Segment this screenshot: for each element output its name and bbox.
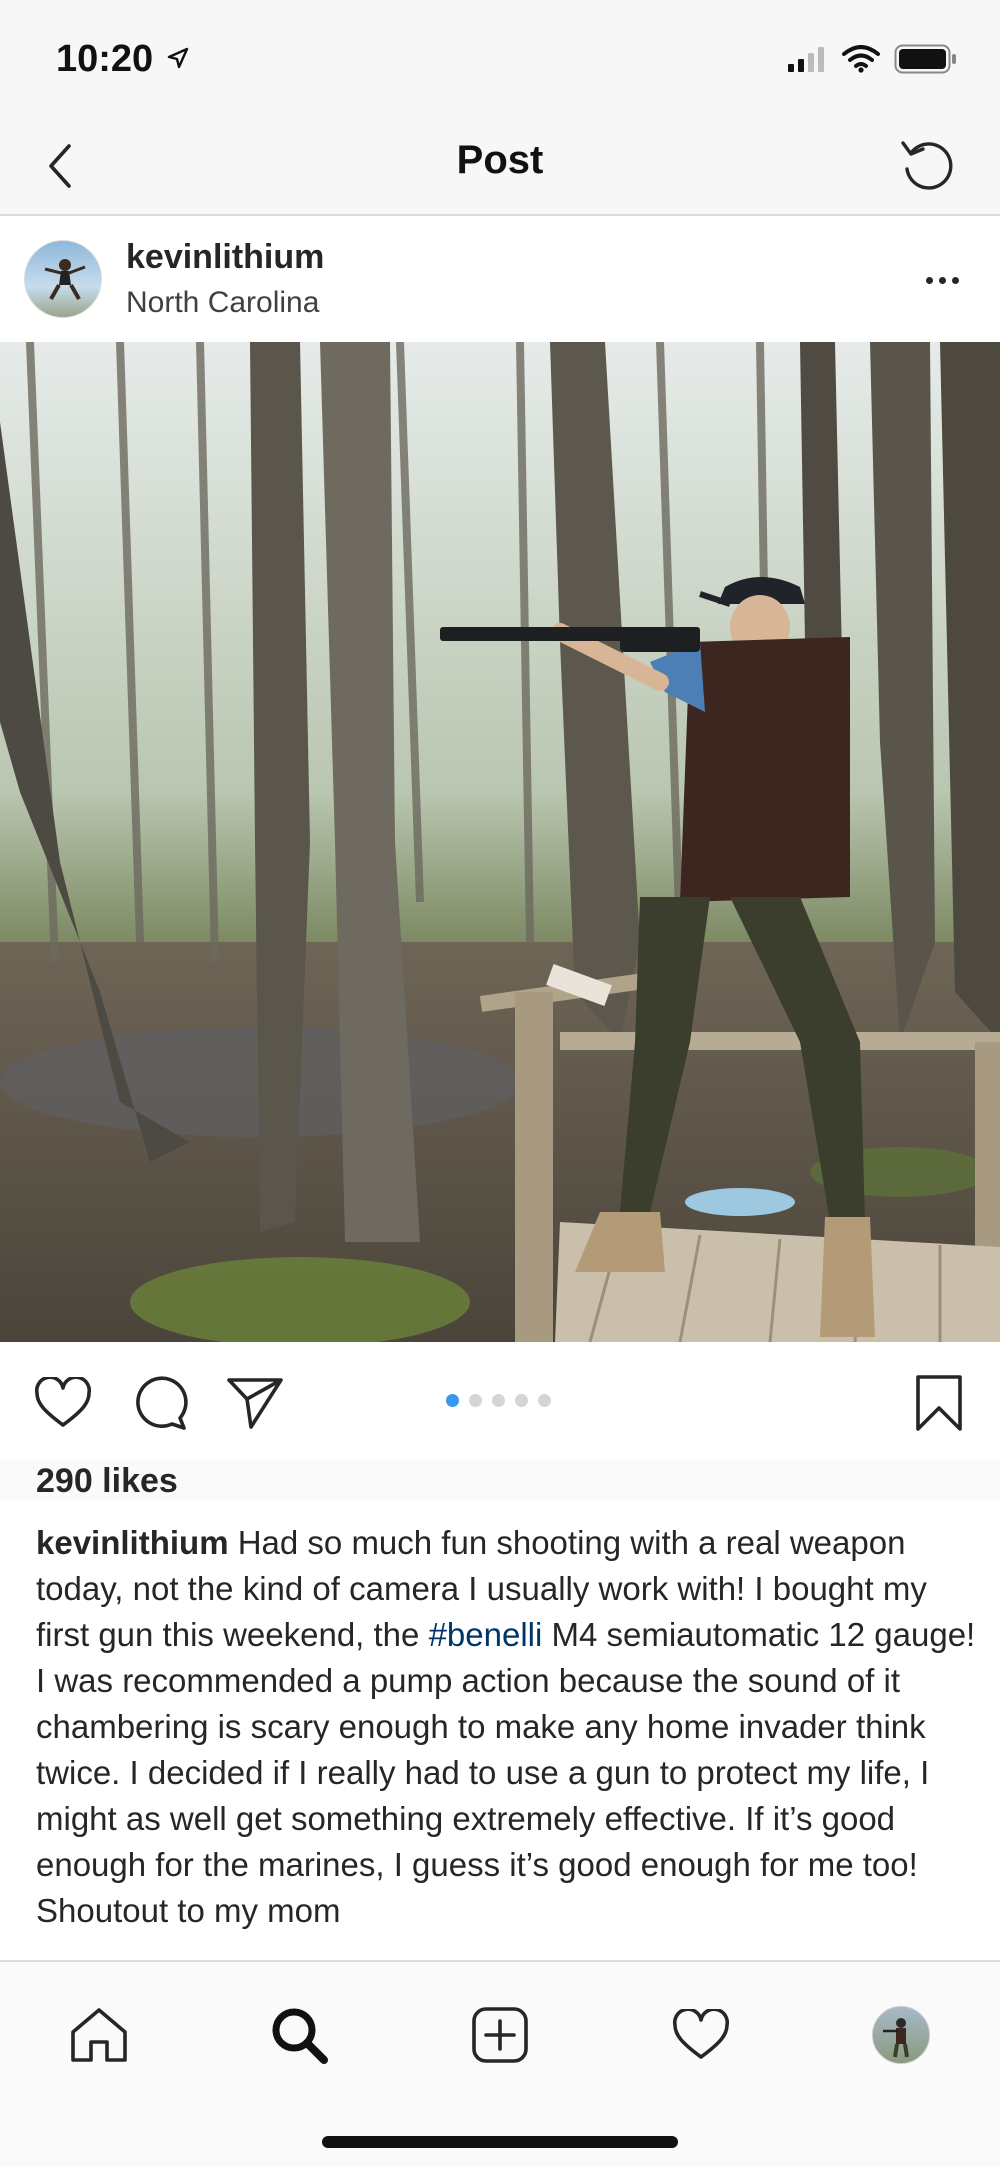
caption-container: kevinlithium Had so much fun shooting wi… bbox=[0, 1500, 1000, 1960]
nav-header: Post bbox=[0, 118, 1000, 216]
author-username[interactable]: kevinlithium bbox=[126, 238, 324, 277]
post-photo[interactable] bbox=[0, 342, 1000, 1342]
post-location[interactable]: North Carolina bbox=[126, 286, 319, 320]
search-icon bbox=[272, 2008, 328, 2064]
post-actions bbox=[0, 1342, 1000, 1460]
profile-avatar bbox=[872, 2006, 930, 2064]
bookmark-icon bbox=[916, 1375, 962, 1431]
caption-text-continued: M4 semiautomatic 12 gauge! I was recomme… bbox=[36, 1616, 976, 1929]
carousel-dot bbox=[538, 1394, 551, 1407]
carousel-dot-active bbox=[446, 1394, 459, 1407]
tab-profile[interactable] bbox=[866, 2000, 936, 2070]
tab-new-post[interactable] bbox=[465, 2000, 535, 2070]
author-avatar[interactable] bbox=[24, 240, 102, 318]
comment-button[interactable] bbox=[128, 1372, 190, 1434]
tab-search[interactable] bbox=[264, 2000, 334, 2070]
post-header: kevinlithium North Carolina bbox=[0, 216, 1000, 342]
more-icon bbox=[925, 276, 933, 284]
like-button[interactable] bbox=[32, 1372, 94, 1434]
comment-icon bbox=[136, 1376, 188, 1430]
wifi-icon bbox=[842, 45, 880, 73]
status-bar: 10:20 bbox=[0, 0, 1000, 118]
refresh-button[interactable] bbox=[896, 134, 960, 198]
caption-username[interactable]: kevinlithium bbox=[36, 1524, 229, 1561]
profile-avatar-image bbox=[883, 2018, 909, 2058]
signal-icon bbox=[788, 47, 824, 72]
tab-home[interactable] bbox=[64, 2000, 134, 2070]
refresh-icon bbox=[901, 141, 953, 190]
home-indicator bbox=[322, 2136, 678, 2148]
battery-icon bbox=[894, 44, 956, 74]
status-icons bbox=[788, 44, 958, 74]
carousel-dot bbox=[492, 1394, 505, 1407]
carousel-dot bbox=[515, 1394, 528, 1407]
status-time: 10:20 bbox=[56, 38, 154, 80]
tab-bar bbox=[0, 1960, 1000, 2167]
carousel-indicator bbox=[446, 1394, 551, 1407]
heart-icon bbox=[672, 2009, 730, 2059]
home-icon bbox=[71, 2008, 127, 2062]
post-image bbox=[0, 342, 1000, 1342]
tab-activity[interactable] bbox=[666, 2000, 736, 2070]
post-caption: kevinlithium Had so much fun shooting wi… bbox=[36, 1520, 976, 1934]
caption-hashtag[interactable]: #benelli bbox=[429, 1616, 543, 1653]
avatar-image bbox=[44, 259, 86, 300]
heart-icon bbox=[34, 1377, 92, 1427]
send-icon bbox=[227, 1378, 283, 1429]
carousel-dot bbox=[469, 1394, 482, 1407]
save-button[interactable] bbox=[908, 1372, 970, 1434]
plus-square-icon bbox=[472, 2007, 528, 2063]
more-options-button[interactable] bbox=[912, 260, 972, 300]
location-arrow-icon bbox=[167, 47, 189, 69]
page-title: Post bbox=[456, 138, 544, 182]
likes-count[interactable]: 290 likes bbox=[36, 1462, 178, 1501]
share-button[interactable] bbox=[224, 1372, 286, 1434]
